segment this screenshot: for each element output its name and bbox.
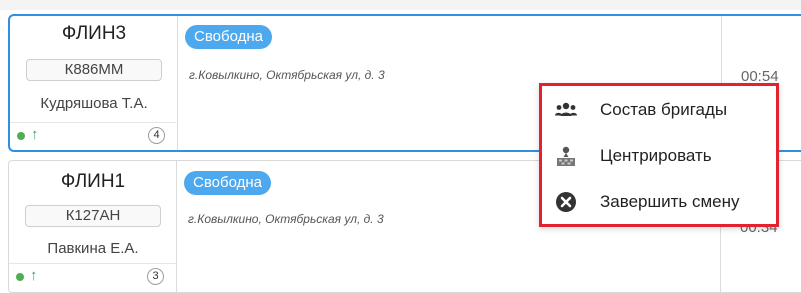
arrow-up-icon: ↑	[30, 267, 38, 284]
menu-label: Завершить смену	[600, 192, 740, 211]
menu-item-team-composition[interactable]: Состав бригады	[542, 88, 776, 134]
unit-address: г.Ковылкино, Октябрьская ул, д. 3	[188, 212, 384, 226]
close-circle-icon	[556, 192, 576, 212]
unit-context-menu: Состав бригады Центрировать Завершить см…	[539, 83, 779, 227]
status-badge: Свободна	[184, 171, 271, 195]
online-dot-icon	[16, 273, 24, 281]
online-dot-icon	[17, 132, 25, 140]
unit-status-row: ↑ 4	[10, 122, 178, 148]
unit-callsign: ФЛИН1	[60, 171, 126, 192]
menu-item-center[interactable]: Центрировать	[542, 134, 776, 180]
crew-leader-name: Кудряшова Т.А.	[40, 95, 148, 112]
vehicle-plate: К127АН	[25, 205, 161, 227]
unit-info: ФЛИН1 К127АН Павкина Е.А. ↑ 3	[9, 161, 177, 292]
arrow-up-icon: ↑	[31, 126, 39, 143]
crew-count-badge: 4	[148, 127, 165, 144]
menu-label: Состав бригады	[600, 100, 728, 119]
center-map-icon	[557, 146, 575, 166]
crew-leader-name: Павкина Е.А.	[47, 240, 139, 257]
unit-callsign: ФЛИН3	[61, 23, 127, 44]
crew-count-badge: 3	[147, 268, 164, 285]
menu-item-end-shift[interactable]: Завершить смену	[542, 180, 776, 226]
top-strip	[0, 0, 801, 10]
status-badge: Свободна	[185, 25, 272, 49]
unit-info: ФЛИН3 К886ММ Кудряшова Т.А. ↑ 4	[10, 16, 178, 150]
unit-status-row: ↑ 3	[9, 263, 177, 289]
unit-address: г.Ковылкино, Октябрьская ул, д. 3	[189, 68, 385, 82]
menu-label: Центрировать	[600, 146, 712, 165]
vehicle-plate: К886ММ	[26, 59, 162, 81]
team-icon	[555, 102, 577, 116]
